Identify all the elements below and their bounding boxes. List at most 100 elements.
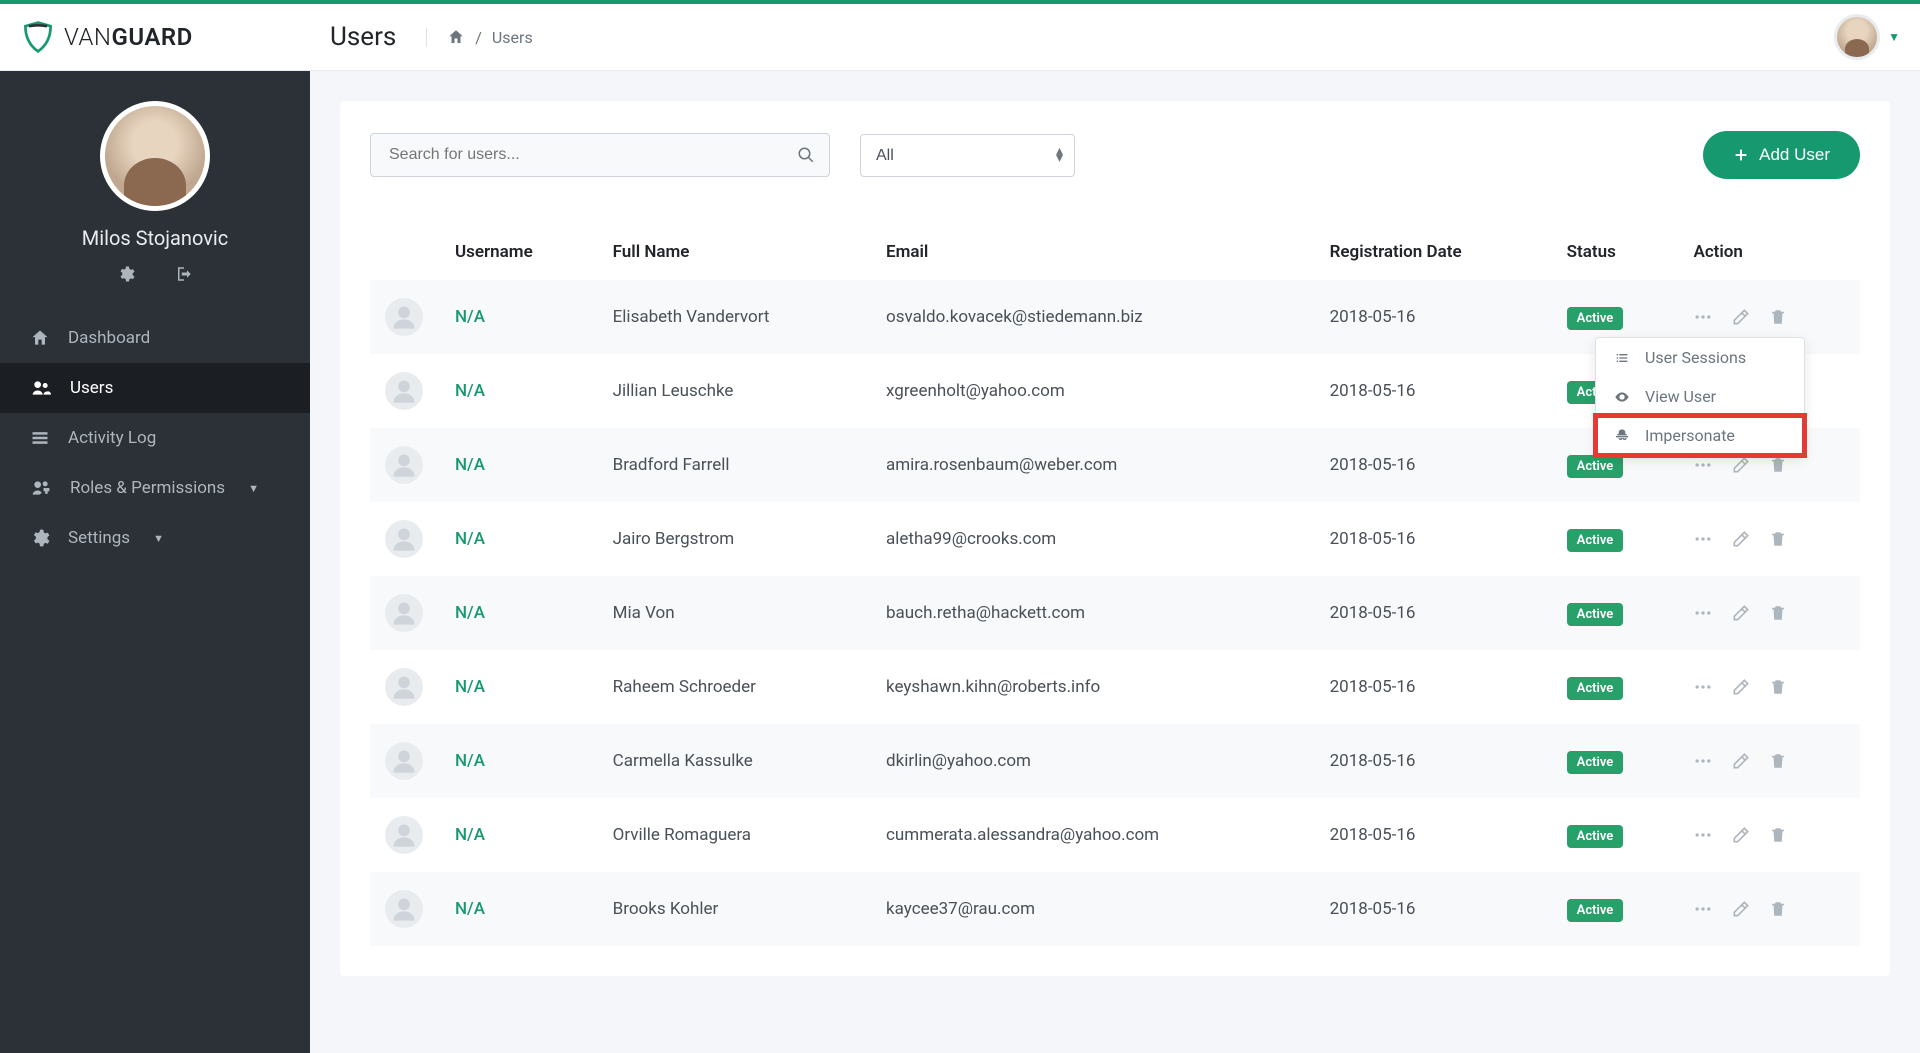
edit-icon[interactable] — [1731, 455, 1751, 475]
plus-icon — [1733, 147, 1749, 163]
dropdown-label: User Sessions — [1645, 348, 1746, 367]
table-row: N/ACarmella Kassulkedkirlin@yahoo.com201… — [370, 724, 1860, 798]
full-name: Brooks Kohler — [598, 872, 871, 946]
status-badge: Active — [1567, 307, 1624, 330]
home-icon[interactable] — [447, 28, 465, 46]
header: VANGUARD Users / Users ▼ — [0, 4, 1920, 71]
gear-icon[interactable] — [117, 265, 135, 283]
row-avatar — [385, 298, 423, 336]
username-link[interactable]: N/A — [455, 529, 485, 549]
trash-icon[interactable] — [1769, 455, 1787, 475]
username-link[interactable]: N/A — [455, 455, 485, 475]
edit-icon[interactable] — [1731, 899, 1751, 919]
dropdown-impersonate[interactable]: Impersonate — [1596, 416, 1804, 455]
trash-icon[interactable] — [1769, 603, 1787, 623]
full-name: Jillian Leuschke — [598, 354, 871, 428]
trash-icon[interactable] — [1769, 529, 1787, 549]
username-link[interactable]: N/A — [455, 751, 485, 771]
sidebar-item-roles-permissions[interactable]: Roles & Permissions▼ — [0, 463, 310, 513]
sidebar-item-label: Settings — [68, 528, 130, 548]
logout-icon[interactable] — [175, 265, 193, 283]
row-actions — [1693, 899, 1845, 919]
status-badge: Active — [1567, 825, 1624, 848]
users-table: UsernameFull NameEmailRegistration DateS… — [370, 224, 1860, 946]
full-name: Raheem Schroeder — [598, 650, 871, 724]
full-name: Jairo Bergstrom — [598, 502, 871, 576]
chevron-down-icon: ▼ — [248, 482, 259, 495]
status-badge: Active — [1567, 455, 1624, 478]
sidebar-item-dashboard[interactable]: Dashboard — [0, 313, 310, 363]
page-title: Users — [330, 22, 396, 52]
logo[interactable]: VANGUARD — [20, 19, 280, 55]
header-user[interactable]: ▼ — [1834, 14, 1900, 60]
search-icon[interactable] — [797, 146, 815, 164]
table-row: N/A Jairo Bergstromaletha99@crooks.com201… — [370, 502, 1860, 576]
username-link[interactable]: N/A — [455, 677, 485, 697]
avatar[interactable] — [100, 101, 210, 211]
dropdown-label: View User — [1645, 387, 1716, 406]
gears-icon — [30, 528, 50, 548]
sidebar-item-settings[interactable]: Settings ▼ — [0, 513, 310, 563]
table-row: N/AElisabeth Vandervortosvaldo.kovacek@s… — [370, 280, 1860, 354]
trash-icon[interactable] — [1769, 677, 1787, 697]
row-actions — [1693, 825, 1845, 845]
dropdown-view-user[interactable]: View User — [1596, 377, 1804, 416]
dropdown-user-sessions[interactable]: User Sessions — [1596, 338, 1804, 377]
email: keyshawn.kihn@roberts.info — [871, 650, 1315, 724]
column-header: Full Name — [598, 224, 871, 280]
add-user-button[interactable]: Add User — [1703, 131, 1860, 179]
registration-date: 2018-05-16 — [1315, 650, 1552, 724]
status-badge: Active — [1567, 529, 1624, 552]
more-icon[interactable] — [1693, 677, 1713, 697]
more-icon[interactable] — [1693, 455, 1713, 475]
status-filter[interactable]: All — [860, 134, 1075, 177]
row-avatar — [385, 742, 423, 780]
edit-icon[interactable] — [1731, 603, 1751, 623]
registration-date: 2018-05-16 — [1315, 502, 1552, 576]
chevron-down-icon: ▼ — [1888, 30, 1900, 44]
status-badge: Active — [1567, 751, 1624, 774]
username-link[interactable]: N/A — [455, 603, 485, 623]
email: aletha99@crooks.com — [871, 502, 1315, 576]
search-input[interactable] — [370, 133, 830, 177]
chevron-down-icon: ▼ — [153, 532, 164, 545]
sidebar-item-users[interactable]: Users — [0, 363, 310, 413]
trash-icon[interactable] — [1769, 751, 1787, 771]
sidebar-item-activity-log[interactable]: Activity Log — [0, 413, 310, 463]
more-icon[interactable] — [1693, 529, 1713, 549]
username-link[interactable]: N/A — [455, 307, 485, 327]
logo-text: VANGUARD — [64, 23, 193, 51]
column-header: Registration Date — [1315, 224, 1552, 280]
more-icon[interactable] — [1693, 751, 1713, 771]
row-actions — [1693, 455, 1845, 475]
edit-icon[interactable] — [1731, 751, 1751, 771]
email: xgreenholt@yahoo.com — [871, 354, 1315, 428]
trash-icon[interactable] — [1769, 825, 1787, 845]
more-icon[interactable] — [1693, 603, 1713, 623]
breadcrumb-current: Users — [492, 28, 533, 47]
sidebar-item-label: Activity Log — [68, 428, 156, 448]
main-content: All ▴▾ Add User UsernameFull NameEmailRe… — [310, 71, 1920, 1053]
dropdown-label: Impersonate — [1645, 426, 1735, 445]
registration-date: 2018-05-16 — [1315, 280, 1552, 354]
add-user-label: Add User — [1759, 145, 1830, 165]
username-link[interactable]: N/A — [455, 899, 485, 919]
edit-icon[interactable] — [1731, 825, 1751, 845]
username-link[interactable]: N/A — [455, 825, 485, 845]
users-icon — [30, 378, 52, 398]
edit-icon[interactable] — [1731, 307, 1751, 327]
more-icon[interactable] — [1693, 825, 1713, 845]
edit-icon[interactable] — [1731, 677, 1751, 697]
username-link[interactable]: N/A — [455, 381, 485, 401]
row-avatar — [385, 668, 423, 706]
row-actions — [1693, 677, 1845, 697]
more-icon[interactable] — [1693, 307, 1713, 327]
status-badge: Active — [1567, 677, 1624, 700]
email: dkirlin@yahoo.com — [871, 724, 1315, 798]
full-name: Bradford Farrell — [598, 428, 871, 502]
edit-icon[interactable] — [1731, 529, 1751, 549]
email: osvaldo.kovacek@stiedemann.biz — [871, 280, 1315, 354]
more-icon[interactable] — [1693, 899, 1713, 919]
trash-icon[interactable] — [1769, 899, 1787, 919]
trash-icon[interactable] — [1769, 307, 1787, 327]
